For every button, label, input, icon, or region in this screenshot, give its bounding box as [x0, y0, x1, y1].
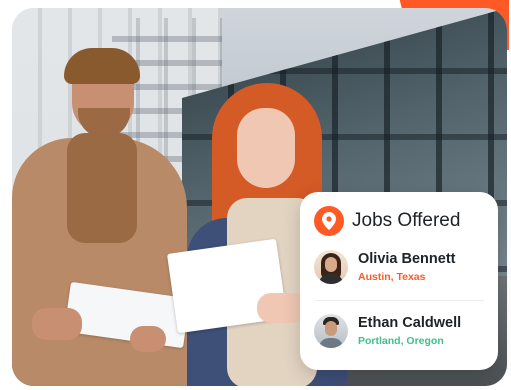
jobs-offered-card: Jobs Offered Olivia Bennett Austin, Texa…	[300, 192, 498, 370]
hand	[32, 308, 82, 340]
divider	[314, 300, 484, 301]
man-sweater	[67, 133, 137, 243]
location-pin-icon	[314, 206, 344, 236]
person-item[interactable]: Ethan Caldwell Portland, Oregon	[314, 314, 461, 348]
person-location: Austin, Texas	[358, 271, 426, 283]
woman-face	[237, 108, 295, 188]
person-name: Olivia Bennett	[358, 251, 456, 267]
card-header: Jobs Offered	[314, 206, 460, 236]
hand	[130, 326, 166, 352]
card-title: Jobs Offered	[352, 210, 461, 231]
person-name: Ethan Caldwell	[358, 315, 462, 331]
avatar	[314, 250, 348, 284]
person-location: Portland, Oregon	[358, 335, 444, 347]
person-item[interactable]: Olivia Bennett Austin, Texas	[314, 250, 456, 284]
avatar	[314, 314, 348, 348]
man-hair	[64, 48, 140, 84]
